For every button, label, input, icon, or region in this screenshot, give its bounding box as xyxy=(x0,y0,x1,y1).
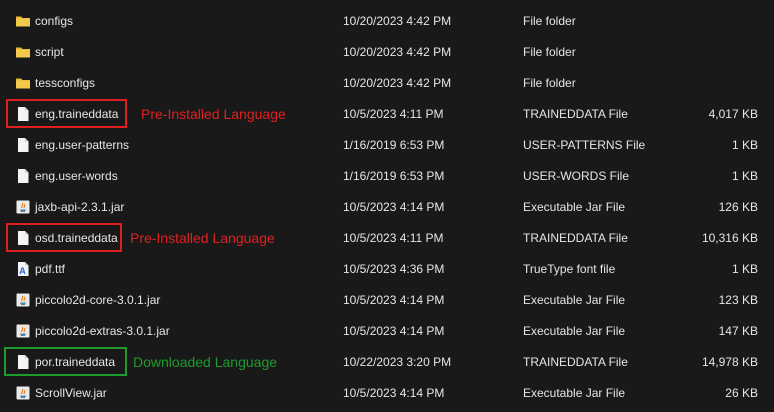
font-file-icon xyxy=(15,254,31,285)
file-name: ScrollView.jar xyxy=(35,386,107,400)
annotation-label: Pre-Installed Language xyxy=(141,106,286,122)
file-type: File folder xyxy=(523,14,576,28)
file-row-tessconfigs[interactable]: tessconfigs 10/20/2023 4:42 PM File fold… xyxy=(0,68,774,99)
file-name: tessconfigs xyxy=(35,76,96,90)
file-date-modified: 10/5/2023 4:14 PM xyxy=(343,324,445,338)
file-name: jaxb-api-2.3.1.jar xyxy=(35,200,125,214)
file-size: 1 KB xyxy=(731,262,758,276)
file-type: TRAINEDDATA File xyxy=(523,231,628,245)
file-size: 123 KB xyxy=(718,293,758,307)
file-date-modified: 1/16/2019 6:53 PM xyxy=(343,169,445,183)
file-date-modified: 10/5/2023 4:11 PM xyxy=(343,107,444,121)
file-date-modified: 10/5/2023 4:11 PM xyxy=(343,231,444,245)
annotation-label: Downloaded Language xyxy=(133,354,278,370)
folder-icon xyxy=(15,68,31,99)
file-row-jaxb-api[interactable]: jaxb-api-2.3.1.jar 10/5/2023 4:14 PM Exe… xyxy=(0,192,774,223)
file-type: USER-WORDS File xyxy=(523,169,630,183)
file-row-eng-user-words[interactable]: eng.user-words 1/16/2019 6:53 PM USER-WO… xyxy=(0,161,774,192)
document-icon xyxy=(15,347,31,378)
file-type: TRAINEDDATA File xyxy=(523,107,628,121)
annotation-label: Pre-Installed Language xyxy=(130,230,275,246)
file-type: USER-PATTERNS File xyxy=(523,138,646,152)
file-list: configs 10/20/2023 4:42 PM File folder s… xyxy=(0,6,774,412)
file-name: eng.user-patterns xyxy=(35,138,130,152)
file-date-modified: 10/22/2023 3:20 PM xyxy=(343,355,452,369)
file-name: eng.traineddata xyxy=(35,107,119,121)
file-name: script xyxy=(35,45,64,59)
jar-icon xyxy=(15,378,31,409)
file-type: File folder xyxy=(523,45,576,59)
file-size: 26 KB xyxy=(725,386,758,400)
file-row-piccolo2d-extras[interactable]: piccolo2d-extras-3.0.1.jar 10/5/2023 4:1… xyxy=(0,316,774,347)
file-row-por-traineddata[interactable]: por.traineddata Downloaded Language 10/2… xyxy=(0,347,774,378)
jar-icon xyxy=(15,316,31,347)
file-name: configs xyxy=(35,14,74,28)
folder-icon xyxy=(15,6,31,37)
file-row-configs[interactable]: configs 10/20/2023 4:42 PM File folder xyxy=(0,6,774,37)
file-type: Executable Jar File xyxy=(523,324,626,338)
file-name: por.traineddata xyxy=(35,355,116,369)
file-size: 147 KB xyxy=(718,324,758,338)
document-icon xyxy=(15,130,31,161)
file-name: pdf.ttf xyxy=(35,262,66,276)
document-icon xyxy=(15,223,31,254)
file-date-modified: 10/5/2023 4:14 PM xyxy=(343,386,445,400)
file-date-modified: 1/16/2019 6:53 PM xyxy=(343,138,445,152)
file-date-modified: 10/20/2023 4:42 PM xyxy=(343,14,452,28)
file-row-pdf-ttf[interactable]: pdf.ttf 10/5/2023 4:36 PM TrueType font … xyxy=(0,254,774,285)
file-name: eng.user-words xyxy=(35,169,118,183)
folder-icon xyxy=(15,37,31,68)
jar-icon xyxy=(15,192,31,223)
file-type: Executable Jar File xyxy=(523,200,626,214)
file-size: 126 KB xyxy=(718,200,758,214)
file-row-scrollview[interactable]: ScrollView.jar 10/5/2023 4:14 PM Executa… xyxy=(0,378,774,409)
file-row-eng-user-patterns[interactable]: eng.user-patterns 1/16/2019 6:53 PM USER… xyxy=(0,130,774,161)
file-date-modified: 10/20/2023 4:42 PM xyxy=(343,76,452,90)
file-name: osd.traineddata xyxy=(35,231,118,245)
file-row-script[interactable]: script 10/20/2023 4:42 PM File folder xyxy=(0,37,774,68)
file-date-modified: 10/20/2023 4:42 PM xyxy=(343,45,452,59)
file-type: Executable Jar File xyxy=(523,386,626,400)
file-size: 1 KB xyxy=(731,169,758,183)
file-row-eng-traineddata[interactable]: eng.traineddata Pre-Installed Language 1… xyxy=(0,99,774,130)
file-size: 4,017 KB xyxy=(708,107,758,121)
jar-icon xyxy=(15,285,31,316)
file-date-modified: 10/5/2023 4:14 PM xyxy=(343,200,445,214)
file-type: Executable Jar File xyxy=(523,293,626,307)
file-size: 14,978 KB xyxy=(701,355,758,369)
file-type: File folder xyxy=(523,76,576,90)
file-type: TrueType font file xyxy=(523,262,616,276)
file-row-osd-traineddata[interactable]: osd.traineddata Pre-Installed Language 1… xyxy=(0,223,774,254)
file-date-modified: 10/5/2023 4:14 PM xyxy=(343,293,445,307)
file-name: piccolo2d-extras-3.0.1.jar xyxy=(35,324,170,338)
file-type: TRAINEDDATA File xyxy=(523,355,628,369)
document-icon xyxy=(15,161,31,192)
file-name: piccolo2d-core-3.0.1.jar xyxy=(35,293,161,307)
file-row-piccolo2d-core[interactable]: piccolo2d-core-3.0.1.jar 10/5/2023 4:14 … xyxy=(0,285,774,316)
file-size: 10,316 KB xyxy=(701,231,758,245)
document-icon xyxy=(15,99,31,130)
file-size: 1 KB xyxy=(731,138,758,152)
file-date-modified: 10/5/2023 4:36 PM xyxy=(343,262,445,276)
